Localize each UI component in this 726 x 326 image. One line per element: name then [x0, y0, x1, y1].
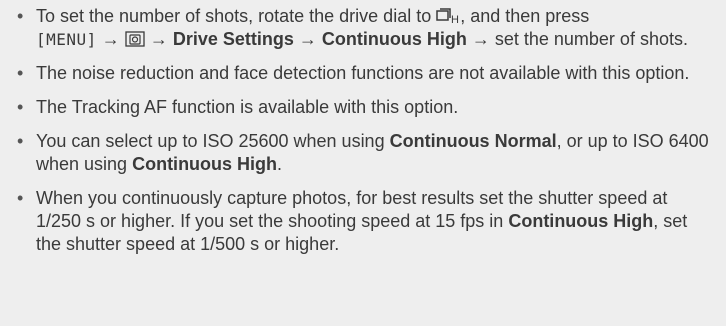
bullet-icon: •	[17, 6, 24, 26]
continuous-high-label: Continuous High	[132, 154, 278, 174]
continuous-high-drive-icon: H	[436, 7, 460, 25]
camera-shooting-menu-icon	[125, 30, 145, 48]
bullet-icon: •	[17, 97, 24, 117]
list-item: • To set the number of shots, rotate the…	[12, 5, 714, 51]
arrow-text: →	[144, 29, 173, 49]
list-item: • The Tracking AF function is available …	[12, 96, 714, 119]
bullet-icon: •	[17, 63, 24, 83]
notes-list: • To set the number of shots, rotate the…	[12, 5, 714, 256]
note-text: → set the number of shots.	[466, 29, 688, 49]
note-text: .	[277, 154, 283, 174]
note-text: The Tracking AF function is available wi…	[36, 97, 459, 117]
bullet-icon: •	[17, 131, 24, 151]
continuous-high-label: Continuous High	[508, 211, 654, 231]
drive-settings-label: Drive Settings	[172, 29, 294, 49]
continuous-high-label: Continuous High	[321, 29, 467, 49]
notes-panel: • To set the number of shots, rotate the…	[0, 0, 726, 326]
bullet-icon: •	[17, 188, 24, 208]
arrow-text: →	[96, 29, 125, 49]
note-text: , and then press	[460, 6, 590, 26]
continuous-normal-label: Continuous Normal	[389, 131, 557, 151]
list-item: • The noise reduction and face detection…	[12, 62, 714, 85]
menu-key: [MENU]	[36, 30, 97, 49]
note-text: You can select up to ISO 25600 when usin…	[36, 131, 390, 151]
arrow-text: →	[293, 29, 322, 49]
list-item: • You can select up to ISO 25600 when us…	[12, 130, 714, 176]
note-text: The noise reduction and face detection f…	[36, 63, 690, 83]
svg-text:H: H	[451, 14, 459, 25]
note-text: To set the number of shots, rotate the d…	[36, 6, 437, 26]
list-item: • When you continuously capture photos, …	[12, 187, 714, 256]
